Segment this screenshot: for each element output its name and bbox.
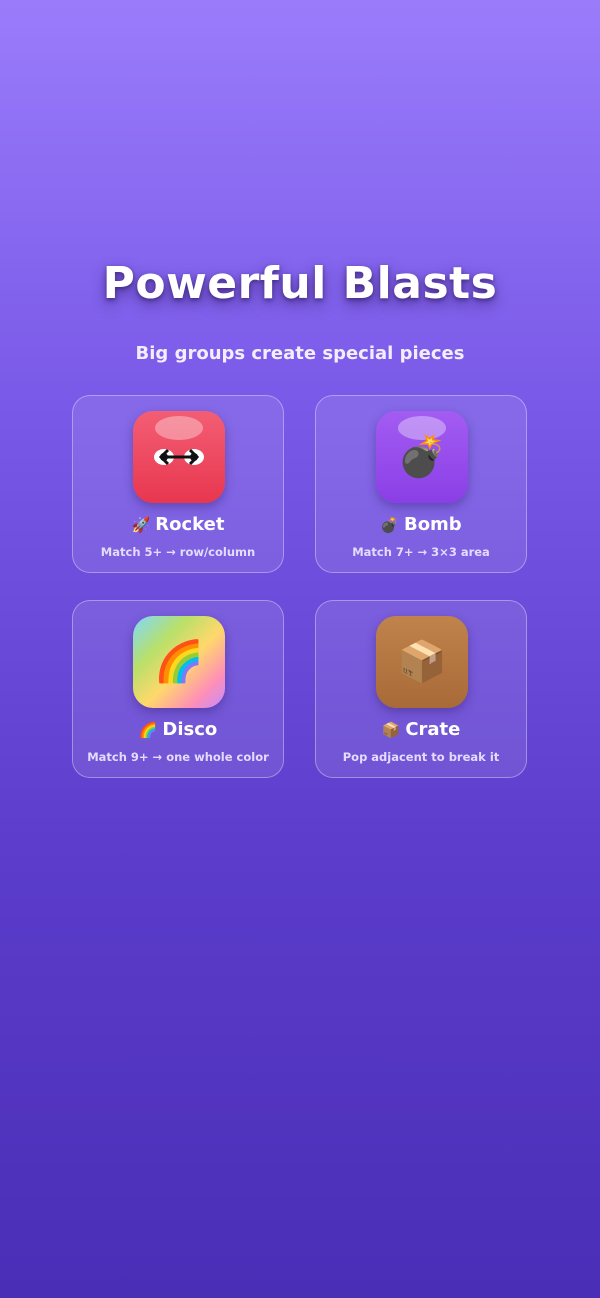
page-title: Powerful Blasts <box>102 258 498 309</box>
piece-title: 💣 Bomb <box>316 514 526 535</box>
piece-card-bomb: 💣 💣 Bomb Match 7+ → 3×3 area <box>315 395 527 573</box>
piece-name: Crate <box>405 719 461 740</box>
piece-card-rocket: 🚀 Rocket Match 5+ → row/column <box>72 395 284 573</box>
piece-description: Match 5+ → row/column <box>100 545 256 559</box>
double-arrow-eyes-icon <box>154 448 204 466</box>
piece-name: Disco <box>162 719 218 740</box>
piece-description: Match 7+ → 3×3 area <box>352 545 490 559</box>
rainbow-icon: 🌈 <box>138 721 158 739</box>
crate-icon: 📦 <box>381 721 401 739</box>
bomb-icon: 💣 <box>380 516 399 534</box>
piece-name: Bomb <box>403 514 462 535</box>
rocket-tile <box>133 411 225 503</box>
piece-title: 🚀 Rocket <box>73 514 283 535</box>
bomb-tile: 💣 <box>376 411 468 503</box>
piece-description: Match 9+ → one whole color <box>87 750 269 764</box>
piece-description: Pop adjacent to break it <box>342 750 500 764</box>
bomb-icon: 💣 <box>397 434 447 480</box>
piece-name: Rocket <box>155 514 225 535</box>
piece-card-crate: 📦 📦 Crate Pop adjacent to break it <box>315 600 527 778</box>
disco-tile: 🌈 <box>133 616 225 708</box>
crate-icon: 📦 <box>397 639 447 685</box>
page-subtitle: Big groups create special pieces <box>135 343 465 364</box>
piece-title: 🌈 Disco <box>73 719 283 740</box>
piece-title: 📦 Crate <box>316 719 526 740</box>
rainbow-icon: 🌈 <box>154 639 204 685</box>
tile-gloss <box>155 416 203 440</box>
rocket-icon: 🚀 <box>131 516 151 534</box>
crate-tile: 📦 <box>376 616 468 708</box>
piece-card-disco: 🌈 🌈 Disco Match 9+ → one whole color <box>72 600 284 778</box>
